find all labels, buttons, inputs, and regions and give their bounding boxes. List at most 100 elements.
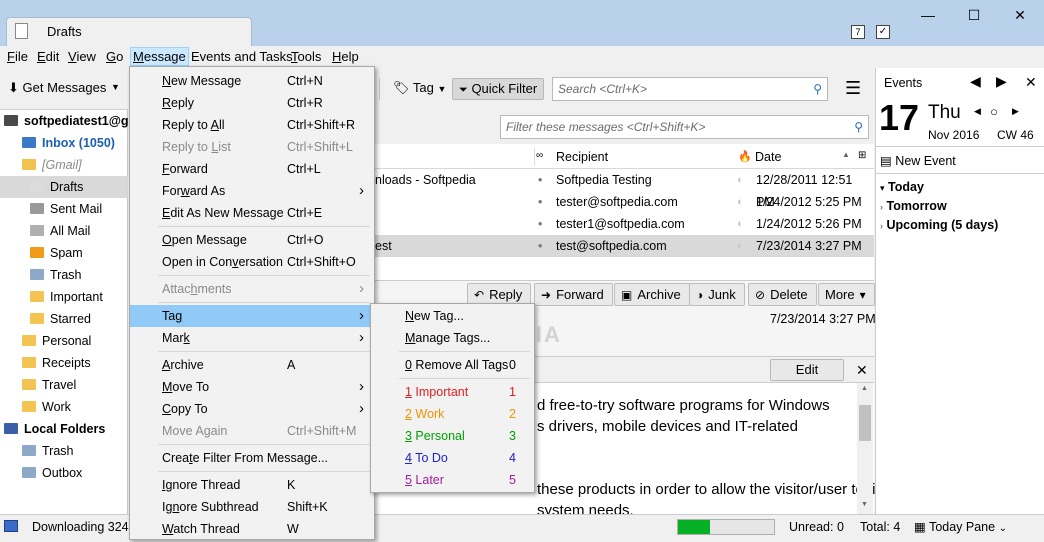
event-group-today[interactable]: ▾ Today bbox=[880, 180, 924, 194]
menu-message[interactable]: Message bbox=[130, 47, 189, 66]
menu-item-tag[interactable]: Tag › bbox=[130, 305, 374, 327]
folder-item[interactable]: Starred bbox=[0, 308, 128, 330]
folder-item[interactable]: Sent Mail bbox=[0, 198, 128, 220]
table-row[interactable]: est • test@softpedia.com ◐ 7/23/2014 3:27 PM bbox=[375, 235, 874, 257]
menu-item-forward[interactable]: Forward Ctrl+L bbox=[130, 158, 374, 180]
menu-item-watch-thread[interactable]: Watch Thread W bbox=[130, 518, 374, 540]
menu-edit[interactable]: Edit bbox=[35, 49, 61, 64]
menu-item-ignore-subthread[interactable]: Ignore Subthread Shift+K bbox=[130, 496, 374, 518]
folder-item[interactable]: Receipts bbox=[0, 352, 128, 374]
close-window-button[interactable]: ✕ bbox=[997, 0, 1043, 30]
menu-item-reply[interactable]: Reply Ctrl+R bbox=[130, 92, 374, 114]
column-date[interactable]: Date bbox=[755, 146, 781, 168]
folder-item[interactable]: Inbox (1050) bbox=[0, 132, 128, 154]
tag-item-1-important[interactable]: 1 Important 1 bbox=[371, 381, 534, 403]
filter-input[interactable]: Filter these messages <Ctrl+Shift+K> ⚲ bbox=[500, 115, 869, 139]
folder-item[interactable]: Local Folders bbox=[0, 418, 128, 440]
table-row[interactable]: • tester1@softpedia.com ◐ 1/24/2012 5:26 PM bbox=[375, 213, 874, 235]
search-input[interactable]: Search <Ctrl+K> ⚲ bbox=[552, 77, 828, 101]
junk-icon[interactable]: ◐ bbox=[737, 191, 744, 213]
archive-icon: ▣ bbox=[621, 288, 633, 302]
menu-shortcut: A bbox=[287, 358, 296, 372]
forward-button[interactable]: ➜ Forward bbox=[534, 283, 613, 306]
body-scrollbar[interactable]: ▲ ▼ bbox=[857, 383, 873, 514]
scroll-down-icon[interactable]: ▼ bbox=[861, 501, 868, 508]
menu-item-edit-as-new-message[interactable]: Edit As New Message Ctrl+E bbox=[130, 202, 374, 224]
archive-button[interactable]: ▣ Archive bbox=[614, 283, 690, 306]
app-menu-icon[interactable]: ☰ bbox=[845, 79, 861, 97]
junk-button[interactable]: ◑ Junk bbox=[689, 283, 745, 306]
folder-item[interactable]: Important bbox=[0, 286, 128, 308]
tag-item-0-remove-all-tags[interactable]: 0 Remove All Tags 0 bbox=[371, 354, 534, 376]
table-row[interactable]: nloads - Softpedia • Softpedia Testing ◐ 12/… bbox=[375, 169, 874, 209]
menu-item-move-to[interactable]: Move To › bbox=[130, 376, 374, 398]
menu-item-archive[interactable]: Archive A bbox=[130, 354, 374, 376]
minimize-button[interactable]: — bbox=[905, 0, 951, 30]
delete-button[interactable]: ⊘ Delete bbox=[748, 283, 817, 306]
folder-item[interactable]: Work bbox=[0, 396, 128, 418]
column-picker-icon[interactable]: ⊞ bbox=[858, 150, 866, 161]
menu-item-forward-as[interactable]: Forward As › bbox=[130, 180, 374, 202]
menu-item-create-filter-from-message[interactable]: Create Filter From Message... bbox=[130, 447, 374, 469]
today-circle-icon[interactable]: ○ bbox=[990, 104, 998, 119]
maximize-button[interactable]: ☐ bbox=[951, 0, 997, 30]
tag-item-manage-tags[interactable]: Manage Tags... bbox=[371, 327, 534, 349]
column-recipient[interactable]: Recipient bbox=[556, 146, 608, 168]
close-icon[interactable]: ✕ bbox=[1025, 74, 1037, 91]
scrollbar-thumb[interactable] bbox=[859, 405, 871, 441]
menu-item-reply-to-all[interactable]: Reply to All Ctrl+Shift+R bbox=[130, 114, 374, 136]
get-messages-dropdown[interactable]: ▼ bbox=[111, 82, 120, 92]
folder-item[interactable]: softpediatest1@g bbox=[0, 110, 129, 132]
tab-drafts[interactable]: Drafts bbox=[6, 17, 252, 46]
junk-icon[interactable]: ◐ bbox=[737, 213, 744, 235]
folder-item[interactable]: Drafts bbox=[0, 176, 128, 198]
folder-item[interactable]: Trash bbox=[0, 440, 128, 462]
menu-item-open-message[interactable]: Open Message Ctrl+O bbox=[130, 229, 374, 251]
edit-button[interactable]: Edit bbox=[770, 359, 844, 381]
table-row[interactable]: • tester@softpedia.com ◐ 1/24/2012 5:25 PM bbox=[375, 191, 874, 213]
quick-filter-button[interactable]: ⏷ Quick Filter bbox=[452, 78, 545, 100]
tag-item-new-tag[interactable]: New Tag... bbox=[371, 305, 534, 327]
menu-tools[interactable]: Tools bbox=[289, 49, 323, 64]
next-day-small-icon[interactable]: ▶ bbox=[1012, 106, 1019, 117]
menu-shortcut: Ctrl+L bbox=[287, 162, 321, 176]
event-group-tomorrow[interactable]: › Tomorrow bbox=[880, 199, 947, 213]
tag-item-2-work[interactable]: 2 Work 2 bbox=[371, 403, 534, 425]
get-messages-button[interactable]: ⬇ Get Messages bbox=[8, 80, 106, 96]
tasks-tab-icon[interactable]: ✓ bbox=[876, 25, 890, 39]
folder-item[interactable]: All Mail bbox=[0, 220, 128, 242]
calendar-tab-icon[interactable]: 7 bbox=[851, 25, 865, 39]
menu-item-open-in-conversation[interactable]: Open in Conversation Ctrl+Shift+O bbox=[130, 251, 374, 273]
scroll-up-icon[interactable]: ▲ bbox=[861, 385, 868, 392]
body-line: s drivers, mobile devices and IT-related bbox=[537, 418, 798, 435]
tag-item-5-later[interactable]: 5 Later 5 bbox=[371, 469, 534, 491]
today-pane-toggle[interactable]: ▦ Today Pane ⌄ bbox=[914, 519, 1007, 534]
menu-item-copy-to[interactable]: Copy To › bbox=[130, 398, 374, 420]
menu-go[interactable]: Go bbox=[104, 49, 125, 64]
tag-button[interactable]: 🏷 Tag ▼ bbox=[393, 80, 446, 96]
folder-item[interactable]: Travel bbox=[0, 374, 128, 396]
menu-item-new-message[interactable]: New Message Ctrl+N bbox=[130, 70, 374, 92]
new-event-button[interactable]: ▤ New Event bbox=[880, 153, 956, 168]
folder-item[interactable]: [Gmail] bbox=[0, 154, 128, 176]
menu-file[interactable]: File bbox=[5, 49, 30, 64]
menu-item-mark[interactable]: Mark › bbox=[130, 327, 374, 349]
junk-icon[interactable]: ◐ bbox=[737, 235, 744, 257]
tag-item-4-to-do[interactable]: 4 To Do 4 bbox=[371, 447, 534, 469]
next-day-icon[interactable]: ▶ bbox=[996, 73, 1007, 90]
folder-item[interactable]: Trash bbox=[0, 264, 128, 286]
folder-item[interactable]: Personal bbox=[0, 330, 128, 352]
event-group-upcoming[interactable]: › Upcoming (5 days) bbox=[880, 218, 998, 232]
prev-day-small-icon[interactable]: ◀ bbox=[974, 106, 981, 117]
close-icon[interactable]: ✕ bbox=[856, 362, 868, 379]
folder-item[interactable]: Spam bbox=[0, 242, 128, 264]
menu-view[interactable]: View bbox=[66, 49, 98, 64]
menu-item-ignore-thread[interactable]: Ignore Thread K bbox=[130, 474, 374, 496]
junk-icon[interactable]: ◐ bbox=[737, 169, 744, 191]
menu-help[interactable]: Help bbox=[330, 49, 361, 64]
prev-day-icon[interactable]: ◀ bbox=[970, 73, 981, 90]
menu-events-and-tasks[interactable]: Events and Tasks bbox=[189, 49, 295, 64]
tag-item-3-personal[interactable]: 3 Personal 3 bbox=[371, 425, 534, 447]
folder-item[interactable]: Outbox bbox=[0, 462, 128, 484]
more-button[interactable]: More ▾ bbox=[818, 283, 875, 306]
